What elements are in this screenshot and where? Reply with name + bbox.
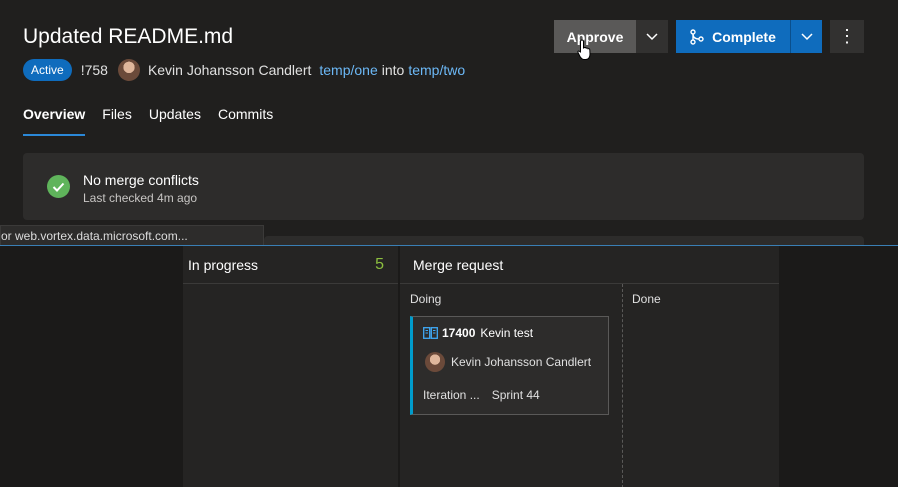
work-item-card[interactable]: 17400 Kevin test Kevin Johansson Candler…: [410, 316, 609, 415]
tab-overview[interactable]: Overview: [23, 106, 86, 136]
sub-column-divider: [622, 284, 623, 487]
pr-id: !758: [80, 62, 108, 78]
field-value: Sprint 44: [491, 388, 540, 402]
sub-column-done: Done: [632, 292, 661, 306]
assignee-name: Kevin Johansson Candlert: [451, 355, 592, 369]
hand-cursor-icon: [577, 39, 591, 60]
field-label: Iteration ...: [423, 388, 480, 402]
target-branch-link[interactable]: temp/two: [408, 62, 465, 78]
complete-button[interactable]: Complete: [676, 20, 790, 53]
column-title: Merge request: [413, 256, 504, 273]
tab-commits[interactable]: Commits: [218, 106, 273, 136]
board-column-merge-request: Merge request Doing Done 17400 Kevin tes…: [400, 246, 779, 487]
work-item-iteration-field: Iteration ... Sprint 44: [423, 388, 540, 402]
status-badge: Active: [23, 59, 72, 81]
merge-status-card: No merge conflicts Last checked 4m ago: [23, 153, 864, 220]
merge-status-subtitle: Last checked 4m ago: [83, 191, 198, 205]
work-item-header: 17400 Kevin test: [423, 326, 533, 340]
chevron-down-icon: [646, 32, 658, 40]
tab-files[interactable]: Files: [102, 106, 132, 136]
column-header: Merge request: [400, 246, 779, 284]
approve-options-button[interactable]: [636, 20, 668, 53]
book-icon: [423, 327, 438, 339]
column-count: 5: [375, 256, 384, 273]
column-title: In progress: [188, 256, 259, 273]
work-item-id: 17400: [442, 326, 476, 340]
board-column-in-progress: In progress 5: [183, 246, 398, 487]
source-branch-link[interactable]: temp/one: [319, 62, 377, 78]
pr-tabs: Overview Files Updates Commits: [23, 106, 290, 136]
approve-button[interactable]: Approve: [554, 20, 636, 53]
url-status-tooltip: or web.vortex.data.microsoft.com...: [0, 225, 264, 246]
pr-meta-row: Active !758 Kevin Johansson Candlert tem…: [23, 58, 465, 82]
check-circle-icon: [47, 175, 70, 198]
work-item-assignee[interactable]: Kevin Johansson Candlert: [425, 352, 591, 372]
chevron-down-icon: [800, 32, 813, 40]
avatar: [425, 352, 445, 372]
into-label: into: [381, 62, 405, 78]
sub-column-doing: Doing: [410, 292, 442, 306]
complete-options-button[interactable]: [790, 20, 822, 53]
merge-branch-icon: [690, 28, 704, 45]
work-item-title[interactable]: Kevin test: [480, 326, 533, 340]
pr-title: Updated README.md: [23, 25, 234, 48]
author-name[interactable]: Kevin Johansson Candlert: [148, 62, 311, 78]
column-header: In progress 5: [183, 246, 398, 284]
more-actions-button[interactable]: ⋮: [830, 20, 864, 53]
tab-updates[interactable]: Updates: [149, 106, 201, 136]
more-icon: ⋮: [838, 26, 856, 46]
complete-label: Complete: [712, 28, 776, 45]
merge-status-title: No merge conflicts: [83, 172, 199, 188]
author-avatar[interactable]: [117, 59, 140, 81]
kanban-board: In progress 5 Merge request Doing Done 1…: [0, 245, 898, 487]
